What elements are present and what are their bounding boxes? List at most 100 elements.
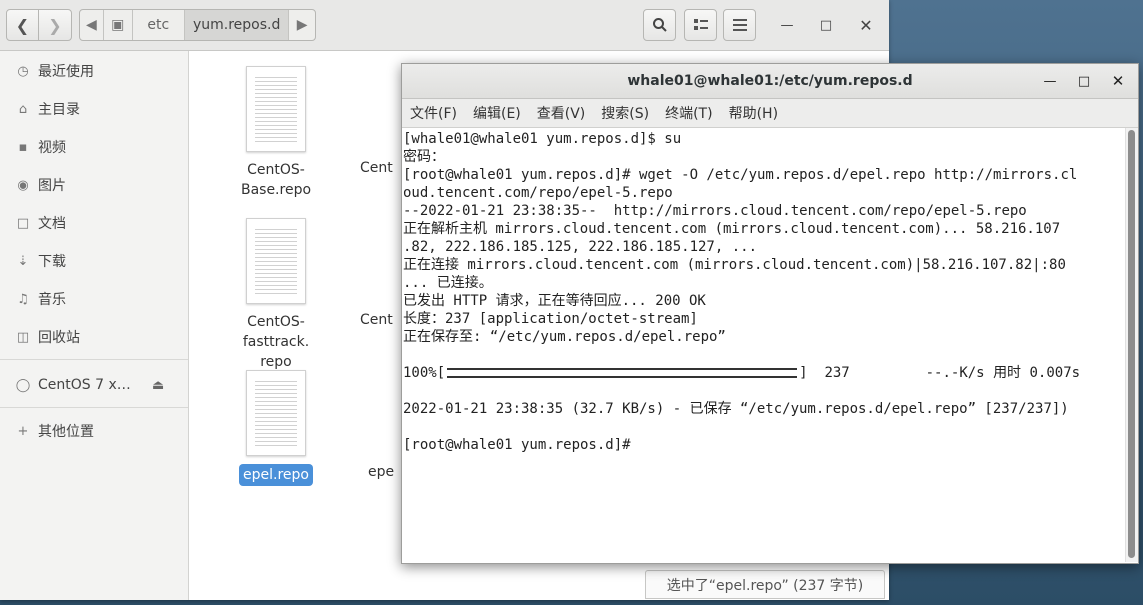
terminal-line: 正在连接 mirrors.cloud.tencent.com (mirrors.… <box>403 257 1066 273</box>
menu-view[interactable]: 查看(V) <box>529 103 594 123</box>
camera-icon: ◉ <box>17 177 29 193</box>
path-scroll-right-button[interactable]: ▶ <box>289 10 315 40</box>
progress-speed: --.-K/s <box>925 365 985 381</box>
terminal-line: 已发出 HTTP 请求，正在等待回应... 200 OK <box>403 293 706 309</box>
sidebar-item-label: 主目录 <box>38 102 80 118</box>
menu-file[interactable]: 文件(F) <box>402 103 465 123</box>
forward-button[interactable]: ❯ <box>38 9 72 41</box>
maximize-icon: □ <box>819 17 833 33</box>
download-icon: ⇣ <box>17 253 29 269</box>
terminal-title: whale01@whale01:/etc/yum.repos.d <box>627 73 913 89</box>
file-name: epe <box>368 464 395 480</box>
search-button[interactable] <box>643 9 676 41</box>
file-item[interactable]: Cent <box>360 66 400 178</box>
disc-icon: ◯ <box>15 377 31 393</box>
text-file-icon <box>246 218 306 304</box>
file-item[interactable]: Cent <box>360 218 400 330</box>
close-icon: ✕ <box>859 15 873 35</box>
terminal-titlebar: whale01@whale01:/etc/yum.repos.d — □ ✕ <box>402 64 1138 99</box>
video-icon: ▪ <box>18 139 28 155</box>
sidebar-item-label: 回收站 <box>38 330 80 346</box>
sidebar-item-pictures[interactable]: ◉ 图片 <box>0 170 188 200</box>
file-name: Cent <box>360 160 393 176</box>
list-view-icon <box>693 19 708 30</box>
terminal-close-button[interactable]: ✕ <box>1105 68 1131 94</box>
sidebar-item-label: 下载 <box>38 254 66 270</box>
sidebar-item-home[interactable]: ⌂ 主目录 <box>0 94 188 124</box>
terminal-menubar: 文件(F) 编辑(E) 查看(V) 搜索(S) 终端(T) 帮助(H) <box>402 99 1138 128</box>
text-file-icon <box>246 370 306 456</box>
terminal-line: oud.tencent.com/repo/epel-5.repo <box>403 185 673 201</box>
scrollbar-thumb[interactable] <box>1128 130 1135 558</box>
terminal-line: 密码： <box>403 149 445 165</box>
document-icon: □ <box>16 215 30 231</box>
sidebar-item-documents[interactable]: □ 文档 <box>0 208 188 238</box>
sidebar-item-trash[interactable]: ◫ 回收站 <box>0 322 188 352</box>
terminal-scrollbar[interactable] <box>1125 128 1138 562</box>
menu-help[interactable]: 帮助(H) <box>721 103 786 123</box>
sidebar-item-music[interactable]: ♫ 音乐 <box>0 284 188 314</box>
file-name: CentOS-Base.repo <box>240 162 312 198</box>
path-segment-etc[interactable]: etc <box>133 10 186 40</box>
menu-search[interactable]: 搜索(S) <box>593 103 657 123</box>
terminal-line: --2022-01-21 23:38:35-- http://mirrors.c… <box>403 203 1027 219</box>
terminal-line: 正在保存至: “/etc/yum.repos.d/epel.repo” <box>403 329 726 345</box>
terminal-line: [root@whale01 yum.repos.d]# wget -O /etc… <box>403 167 1078 183</box>
file-item[interactable]: epe <box>368 370 400 482</box>
maximize-button[interactable]: □ <box>813 12 839 38</box>
search-icon <box>652 18 667 32</box>
hamburger-menu-icon <box>732 19 747 31</box>
sidebar-item-label: 视频 <box>38 140 66 156</box>
file-item[interactable]: CentOS-fasttrack. repo <box>226 218 326 372</box>
music-icon: ♫ <box>17 291 29 307</box>
terminal-line: [whale01@whale01 yum.repos.d]$ su <box>403 131 682 147</box>
progress-eta: 0.007s <box>1029 365 1081 381</box>
path-root-button[interactable]: ▣ <box>104 10 133 40</box>
sidebar-item-label: 图片 <box>38 178 66 194</box>
sidebar-item-recent[interactable]: ◷ 最近使用 <box>0 56 188 86</box>
sidebar-item-label: 最近使用 <box>38 64 94 80</box>
sidebar-item-other-locations[interactable]: + 其他位置 <box>0 416 188 446</box>
file-name: Cent <box>360 312 393 328</box>
path-segment-current[interactable]: yum.repos.d <box>185 10 290 40</box>
menu-terminal[interactable]: 终端(T) <box>657 103 720 123</box>
trash-icon: ◫ <box>16 329 30 345</box>
eject-icon[interactable]: ⏏ <box>152 378 168 393</box>
sidebar-item-label: CentOS 7 x… <box>38 377 131 393</box>
terminal-line: ... 已连接。 <box>403 275 493 291</box>
progress-size: 237 <box>824 365 850 381</box>
close-button[interactable]: ✕ <box>853 12 879 38</box>
menu-edit[interactable]: 编辑(E) <box>465 103 529 123</box>
file-name: epel.repo <box>239 464 313 486</box>
view-options-button[interactable] <box>684 9 717 41</box>
file-item-selected[interactable]: epel.repo <box>226 370 326 486</box>
file-item[interactable]: CentOS-Base.repo <box>226 66 326 200</box>
back-button[interactable]: ❮ <box>6 9 39 41</box>
progress-percent: 100% <box>403 365 437 381</box>
chevron-left-icon: ❮ <box>15 15 30 35</box>
clock-icon: ◷ <box>17 63 29 79</box>
sidebar-item-device[interactable]: ◯ CentOS 7 x… ⏏ <box>0 370 188 400</box>
chevron-right-icon: ❯ <box>48 15 62 35</box>
terminal-minimize-button[interactable]: — <box>1037 68 1063 94</box>
path-scroll-left-button[interactable]: ◀ <box>80 10 104 40</box>
terminal-maximize-button[interactable]: □ <box>1071 68 1097 94</box>
terminal-line: .82, 222.186.185.125, 222.186.185.127, .… <box>403 239 758 255</box>
terminal-window: whale01@whale01:/etc/yum.repos.d — □ ✕ 文… <box>401 63 1139 564</box>
sidebar-item-downloads[interactable]: ⇣ 下载 <box>0 246 188 276</box>
sidebar-separator <box>0 407 188 408</box>
maximize-icon: □ <box>1077 73 1091 89</box>
minimize-icon: — <box>780 17 794 33</box>
text-file-icon <box>246 66 306 152</box>
file-name: CentOS-fasttrack. <box>242 314 310 350</box>
sidebar-item-label: 文档 <box>38 216 66 232</box>
home-icon: ⌂ <box>18 101 28 117</box>
selection-status: 选中了“epel.repo” (237 字节) <box>645 570 885 599</box>
menu-button[interactable] <box>723 9 756 41</box>
minimize-button[interactable]: — <box>774 12 800 38</box>
sidebar-item-videos[interactable]: ▪ 视频 <box>0 132 188 162</box>
sidebar-item-label: 其他位置 <box>38 424 94 440</box>
terminal-output[interactable]: [whale01@whale01 yum.repos.d]$ su 密码： [r… <box>402 128 1124 562</box>
terminal-line: 正在解析主机 mirrors.cloud.tencent.com (mirror… <box>403 221 1061 237</box>
terminal-line: [root@whale01 yum.repos.d]# <box>403 437 640 453</box>
